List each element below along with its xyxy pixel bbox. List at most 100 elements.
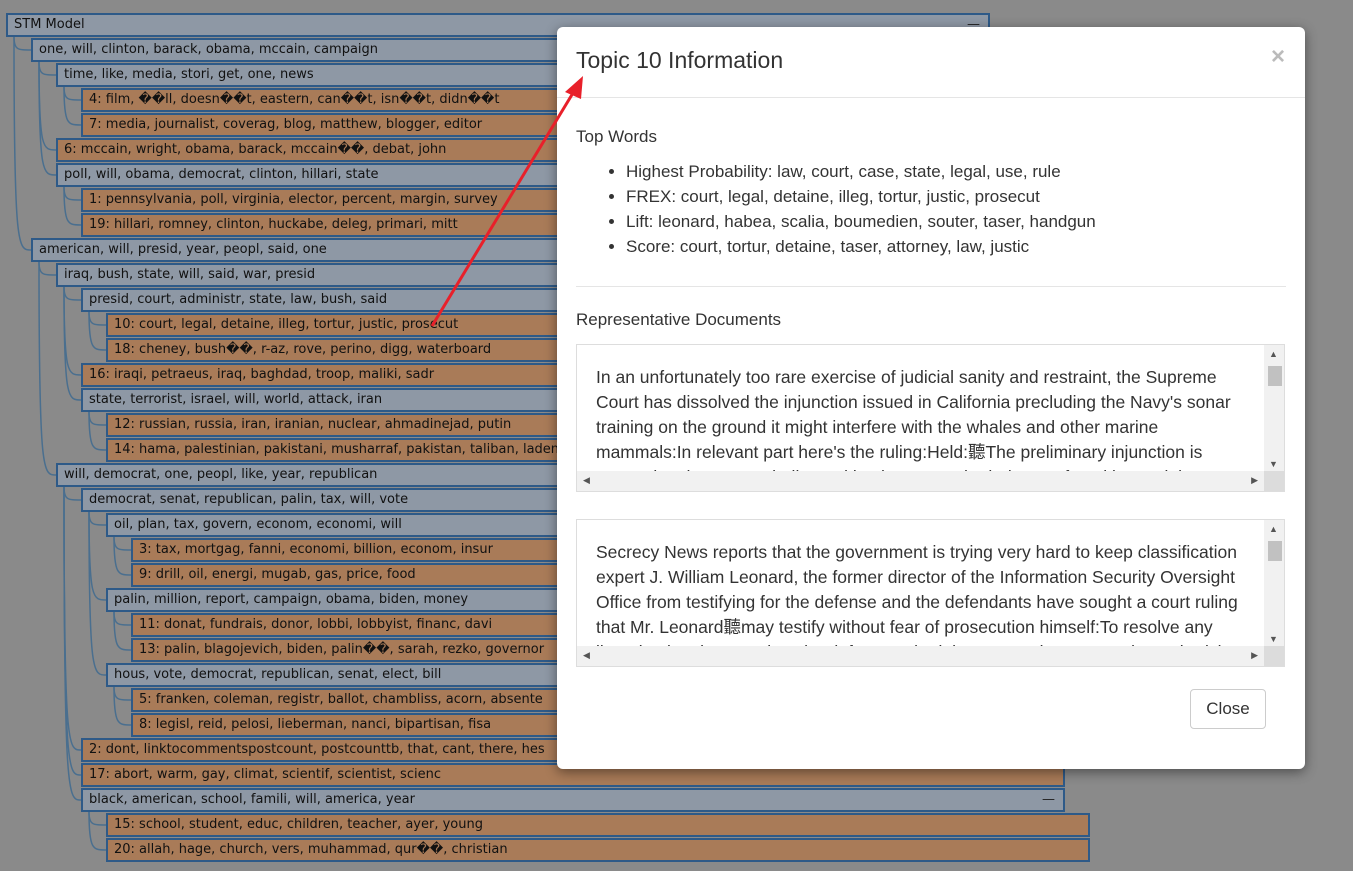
- tree-link: [63, 186, 82, 226]
- scroll-thumb[interactable]: [1268, 541, 1282, 561]
- tree-link: [63, 286, 82, 401]
- node-label: democrat, senat, republican, palin, tax,…: [89, 492, 409, 507]
- document-box[interactable]: In an unfortunately too rare exercise of…: [576, 344, 1285, 492]
- tree-link: [63, 86, 82, 126]
- scroll-thumb[interactable]: [1268, 366, 1282, 386]
- node-label: 10: court, legal, detaine, illeg, tortur…: [114, 317, 459, 332]
- documents-heading: Representative Documents: [576, 310, 782, 329]
- topic-info-modal: Topic 10 Information × Top Words Highest…: [557, 27, 1305, 769]
- node-label: 7: media, journalist, coverag, blog, mat…: [89, 117, 483, 132]
- top-words-heading: Top Words: [576, 127, 657, 146]
- node-label: 15: school, student, educ, children, tea…: [114, 817, 483, 832]
- tree-link: [88, 511, 107, 526]
- tree-link: [63, 486, 82, 776]
- tree-link: [113, 536, 132, 551]
- horizontal-scrollbar[interactable]: ◀ ▶: [577, 646, 1264, 666]
- scroll-corner: [1264, 471, 1284, 491]
- tree-link: [38, 261, 57, 276]
- node-label: 9: drill, oil, energi, mugab, gas, price…: [139, 567, 416, 582]
- collapse-icon[interactable]: —: [1042, 790, 1055, 810]
- node-label: STM Model: [14, 17, 85, 32]
- scroll-down-icon[interactable]: ▼: [1269, 459, 1278, 469]
- tree-link: [38, 61, 57, 176]
- node-label: hous, vote, democrat, republican, senat,…: [114, 667, 442, 682]
- node-label: 13: palin, blagojevich, biden, palin��, …: [139, 642, 545, 657]
- close-icon[interactable]: ×: [1271, 43, 1285, 71]
- tree-link: [63, 286, 82, 301]
- tree-link: [63, 486, 82, 501]
- node-label: 6: mccain, wright, obama, barack, mccain…: [64, 142, 447, 157]
- topic-group-node[interactable]: black, american, school, famili, will, a…: [81, 788, 1065, 812]
- tree-link: [88, 311, 107, 326]
- tree-link: [38, 61, 57, 151]
- node-label: one, will, clinton, barack, obama, mccai…: [39, 42, 379, 57]
- vertical-scrollbar[interactable]: ▲ ▼: [1264, 345, 1284, 471]
- topic-node[interactable]: 20: allah, hage, church, vers, muhammad,…: [106, 838, 1090, 862]
- tree-link: [88, 411, 107, 451]
- tree-link: [88, 511, 107, 676]
- node-label: 1: pennsylvania, poll, virginia, elector…: [89, 192, 498, 207]
- tree-link: [88, 511, 107, 601]
- scroll-right-icon[interactable]: ▶: [1251, 475, 1258, 486]
- tree-link: [113, 686, 132, 726]
- tree-link: [113, 611, 132, 651]
- tree-link: [113, 536, 132, 576]
- node-label: 11: donat, fundrais, donor, lobbi, lobby…: [139, 617, 493, 632]
- tree-link: [63, 186, 82, 201]
- node-label: 19: hillari, romney, clinton, huckabe, d…: [89, 217, 458, 232]
- close-button[interactable]: Close: [1190, 689, 1266, 729]
- vertical-scrollbar[interactable]: ▲ ▼: [1264, 520, 1284, 646]
- node-label: palin, million, report, campaign, obama,…: [114, 592, 469, 607]
- node-label: will, democrat, one, peopl, like, year, …: [64, 467, 378, 482]
- node-label: 17: abort, warm, gay, climat, scientif, …: [89, 767, 441, 782]
- top-words-item: FREX: court, legal, detaine, illeg, tort…: [626, 184, 1096, 209]
- tree-link: [38, 61, 57, 76]
- scroll-down-icon[interactable]: ▼: [1269, 634, 1278, 644]
- node-label: 2: dont, linktocommentspostcount, postco…: [89, 742, 545, 757]
- tree-link: [63, 486, 82, 751]
- node-label: 3: tax, mortgag, fanni, economi, billion…: [139, 542, 493, 557]
- node-label: 16: iraqi, petraeus, iraq, baghdad, troo…: [89, 367, 435, 382]
- node-label: poll, will, obama, democrat, clinton, hi…: [64, 167, 379, 182]
- node-label: 12: russian, russia, iran, iranian, nucl…: [114, 417, 512, 432]
- tree-link: [63, 86, 82, 101]
- node-label: state, terrorist, israel, will, world, a…: [89, 392, 383, 407]
- tree-link: [63, 286, 82, 376]
- scroll-corner: [1264, 646, 1284, 666]
- node-label: 18: cheney, bush��, r-az, rove, perino, …: [114, 342, 492, 357]
- scroll-right-icon[interactable]: ▶: [1251, 650, 1258, 661]
- top-words-item: Score: court, tortur, detaine, taser, at…: [626, 234, 1096, 259]
- node-label: presid, court, administr, state, law, bu…: [89, 292, 388, 307]
- divider: [576, 286, 1286, 287]
- tree-link: [13, 36, 32, 51]
- top-words-list: Highest Probability: law, court, case, s…: [576, 159, 1096, 259]
- topic-node[interactable]: 15: school, student, educ, children, tea…: [106, 813, 1090, 837]
- top-words-item: Lift: leonard, habea, scalia, boumedien,…: [626, 209, 1096, 234]
- top-words-item: Highest Probability: law, court, case, s…: [626, 159, 1096, 184]
- node-label: 8: legisl, reid, pelosi, lieberman, nanc…: [139, 717, 492, 732]
- node-label: iraq, bush, state, will, said, war, pres…: [64, 267, 316, 282]
- tree-link: [88, 311, 107, 351]
- tree-link: [88, 811, 107, 826]
- tree-link: [63, 486, 82, 801]
- node-label: 5: franken, coleman, registr, ballot, ch…: [139, 692, 543, 707]
- horizontal-scrollbar[interactable]: ◀ ▶: [577, 471, 1264, 491]
- tree-link: [88, 411, 107, 426]
- node-label: 4: film, ��ll, doesn��t, eastern, can��t…: [89, 92, 500, 107]
- node-label: american, will, presid, year, peopl, sai…: [39, 242, 327, 257]
- node-label: 20: allah, hage, church, vers, muhammad,…: [114, 842, 508, 857]
- document-box[interactable]: Secrecy News reports that the government…: [576, 519, 1285, 667]
- scroll-up-icon[interactable]: ▲: [1269, 349, 1278, 359]
- modal-header: Topic 10 Information ×: [557, 27, 1305, 98]
- node-label: 14: hama, palestinian, pakistani, mushar…: [114, 442, 560, 457]
- node-label: oil, plan, tax, govern, econom, economi,…: [114, 517, 402, 532]
- node-label: black, american, school, famili, will, a…: [89, 792, 415, 807]
- scroll-left-icon[interactable]: ◀: [583, 475, 590, 486]
- tree-link: [88, 811, 107, 851]
- scroll-left-icon[interactable]: ◀: [583, 650, 590, 661]
- tree-link: [113, 686, 132, 701]
- modal-title: Topic 10 Information: [576, 47, 784, 73]
- tree-link: [38, 261, 57, 476]
- scroll-up-icon[interactable]: ▲: [1269, 524, 1278, 534]
- tree-link: [13, 36, 32, 251]
